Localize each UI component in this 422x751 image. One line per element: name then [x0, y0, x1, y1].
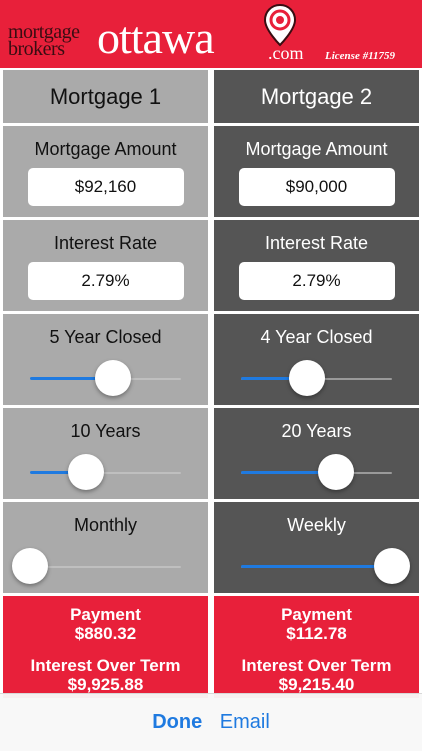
- mortgage-2-payment-value: $112.78: [286, 624, 347, 643]
- slider-track: [30, 566, 181, 568]
- slider-thumb[interactable]: [67, 454, 104, 490]
- slider-fill: [241, 565, 392, 568]
- slider-thumb[interactable]: [95, 360, 132, 396]
- mortgage-1-payment-label: Payment: [70, 605, 141, 624]
- mortgage-2-title: Mortgage 2: [214, 70, 419, 123]
- mortgage-1-rate-label: Interest Rate: [53, 233, 158, 253]
- mortgage-2-amortization-label: 20 Years: [281, 421, 352, 441]
- mortgage-2-payment-label: Payment: [281, 605, 352, 624]
- done-button[interactable]: Done: [146, 694, 208, 750]
- mortgage-1-term-label: 5 Year Closed: [49, 327, 162, 347]
- mortgage-2-column: Mortgage 2 Mortgage Amount $90,000 Inter…: [214, 70, 419, 701]
- location-pin-icon: [263, 3, 297, 47]
- mortgage-1-interest-label: Interest Over Term: [30, 656, 181, 675]
- slider-thumb[interactable]: [318, 454, 355, 490]
- mortgage-2-frequency-section: Weekly: [214, 502, 419, 593]
- app-header: mortgage brokers ottawa .com License #11…: [0, 0, 422, 68]
- mortgage-1-column: Mortgage 1 Mortgage Amount $92,160 Inter…: [3, 70, 208, 701]
- mortgage-2-amount-input[interactable]: $90,000: [238, 168, 395, 206]
- mortgage-2-amount-label: Mortgage Amount: [245, 139, 388, 159]
- mortgage-2-interest-value: $9,215.40: [278, 675, 355, 694]
- mortgage-2-rate-input[interactable]: 2.79%: [238, 262, 395, 300]
- mortgage-2-frequency-slider[interactable]: [241, 548, 410, 584]
- mortgage-2-amortization-section: 20 Years: [214, 408, 419, 499]
- mortgage-2-rate-section: Interest Rate 2.79%: [214, 220, 419, 311]
- slider-thumb[interactable]: [12, 548, 48, 584]
- mortgage-1-rate-section: Interest Rate 2.79%: [3, 220, 208, 311]
- mortgage-1-amount-label: Mortgage Amount: [34, 139, 177, 159]
- mortgage-2-term-section: 4 Year Closed: [214, 314, 419, 405]
- slider-thumb[interactable]: [374, 548, 410, 584]
- mortgage-2-term-slider[interactable]: [241, 360, 392, 396]
- brand-logo-text: mortgage brokers: [8, 22, 80, 60]
- mortgage-1-rate-input[interactable]: 2.79%: [27, 262, 184, 300]
- mortgage-1-term-section: 5 Year Closed: [3, 314, 208, 405]
- mortgage-1-amortization-section: 10 Years: [3, 408, 208, 499]
- mortgage-1-title: Mortgage 1: [3, 70, 208, 123]
- mortgage-1-frequency-section: Monthly: [3, 502, 208, 593]
- mortgage-2-rate-label: Interest Rate: [264, 233, 369, 253]
- mortgage-2-frequency-label: Weekly: [287, 515, 346, 535]
- mortgage-1-frequency-label: Monthly: [73, 515, 138, 535]
- mortgage-1-amount-input[interactable]: $92,160: [27, 168, 184, 206]
- mortgage-1-amortization-slider[interactable]: [30, 454, 181, 490]
- mortgage-1-payment-value: $880.32: [74, 624, 137, 643]
- mortgage-1-amortization-label: 10 Years: [70, 421, 141, 441]
- mortgage-1-term-slider[interactable]: [30, 360, 181, 396]
- license-number: License #11759: [325, 50, 395, 62]
- mortgage-2-results: Payment $112.78 Interest Over Term $9,21…: [214, 596, 419, 698]
- email-button[interactable]: Email: [214, 694, 276, 750]
- mortgage-1-amount-section: Mortgage Amount $92,160: [3, 126, 208, 217]
- mortgage-1-frequency-slider[interactable]: [12, 548, 181, 584]
- mortgage-1-interest-value: $9,925.88: [67, 675, 144, 694]
- mortgage-1-results: Payment $880.32 Interest Over Term $9,92…: [3, 596, 208, 698]
- slider-thumb[interactable]: [289, 360, 326, 396]
- brand-main: ottawa: [97, 12, 215, 63]
- mortgage-2-amortization-slider[interactable]: [241, 454, 392, 490]
- mortgage-2-amount-section: Mortgage Amount $90,000: [214, 126, 419, 217]
- bottom-toolbar: Done Email: [0, 693, 422, 751]
- brand-line-2: brokers: [8, 38, 65, 60]
- mortgage-2-interest-label: Interest Over Term: [241, 656, 392, 675]
- mortgage-2-term-label: 4 Year Closed: [260, 327, 373, 347]
